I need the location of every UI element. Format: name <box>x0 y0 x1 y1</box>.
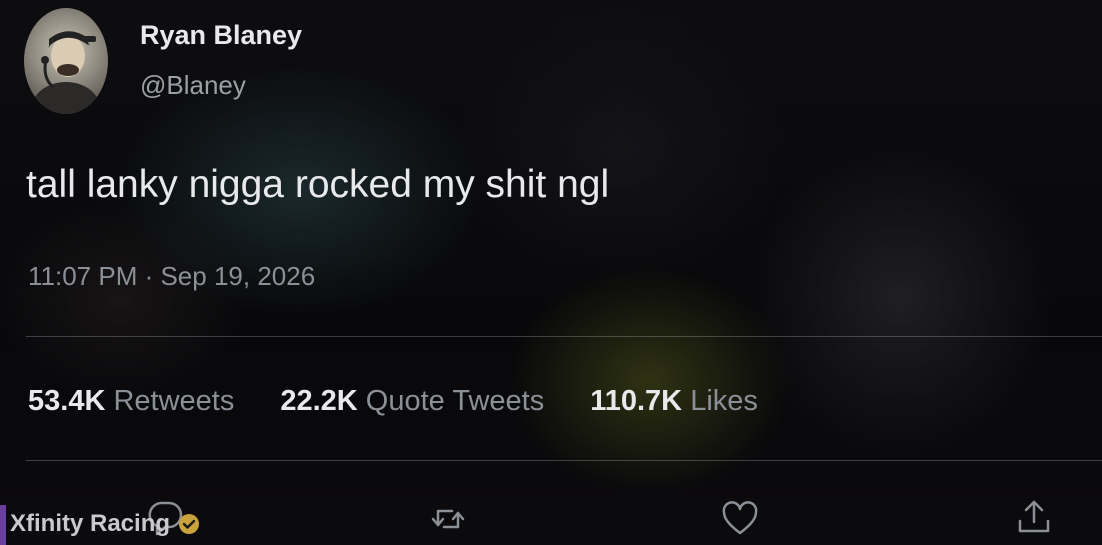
retweets-stat[interactable]: 53.4K Retweets <box>28 385 234 418</box>
likes-label: Likes <box>690 385 758 417</box>
share-button[interactable] <box>1012 495 1056 539</box>
like-button[interactable] <box>718 497 762 541</box>
heart-icon <box>722 501 758 535</box>
retweet-icon <box>431 509 465 529</box>
quote-tweets-count: 22.2K <box>280 385 358 417</box>
tweet-card: Ryan Blaney @Blaney tall lanky nigga roc… <box>0 0 1102 545</box>
quote-tweets-label: Quote Tweets <box>365 385 545 417</box>
divider <box>26 460 1102 461</box>
likes-stat[interactable]: 110.7K Likes <box>590 385 758 418</box>
avatar-illustration <box>32 31 100 114</box>
retweets-label: Retweets <box>113 385 235 417</box>
display-name[interactable]: Ryan Blaney <box>140 20 302 51</box>
account-tag-accent <box>0 505 6 545</box>
tweet-screenshot: Ryan Blaney @Blaney tall lanky nigga roc… <box>0 0 1102 545</box>
engagement-stats: 53.4K Retweets 22.2K Quote Tweets 110.7K… <box>28 385 758 418</box>
retweets-count: 53.4K <box>28 385 106 417</box>
share-icon <box>1018 500 1050 533</box>
likes-count: 110.7K <box>590 385 683 417</box>
quote-tweets-stat[interactable]: 22.2K Quote Tweets <box>280 385 544 418</box>
overlay-account-tag[interactable]: Xfinity Racing <box>10 510 200 538</box>
verified-badge-icon <box>179 514 200 534</box>
divider <box>26 336 1102 337</box>
retweet-button[interactable] <box>426 497 470 541</box>
avatar[interactable] <box>24 8 108 114</box>
overlay-account-name: Xfinity Racing <box>10 510 171 537</box>
tweet-text: tall lanky nigga rocked my shit ngl <box>26 163 610 206</box>
tweet-timestamp[interactable]: 11:07 PM · Sep 19, 2026 <box>28 261 315 292</box>
user-handle[interactable]: @Blaney <box>140 70 246 101</box>
